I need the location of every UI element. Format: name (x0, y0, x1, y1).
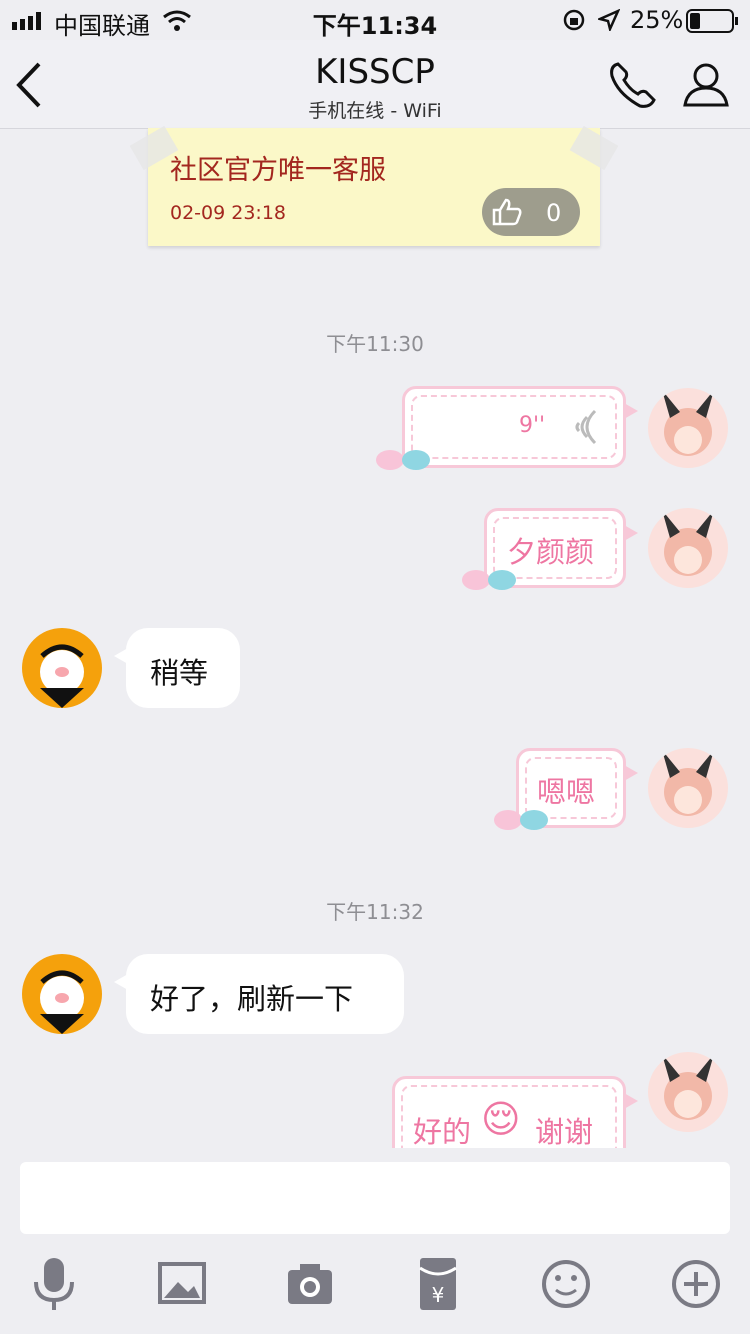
voice-duration: 9'' (519, 413, 546, 438)
timestamp: 下午11:32 (326, 900, 424, 924)
emoji-icon[interactable] (534, 1252, 598, 1316)
thumbs-up-icon (492, 198, 522, 226)
avatar-girl-icon (662, 510, 714, 576)
message-bubble[interactable]: 好的 😌 谢谢 (392, 1076, 638, 1148)
like-button[interactable]: 0 (482, 188, 580, 236)
avatar-girl-icon (662, 750, 714, 816)
avatar-cartoon-icon (40, 644, 84, 708)
chat-toolbar: ¥ (0, 1244, 750, 1334)
timestamp: 下午11:30 (326, 332, 424, 356)
teacup-decoration-icon (494, 810, 548, 830)
camera-icon[interactable] (278, 1252, 342, 1316)
voice-wave-icon (575, 409, 597, 445)
note-date: 02-09 23:18 (170, 202, 287, 224)
chat-header: KISSCP 手机在线 - WiFi (0, 40, 750, 129)
pinned-note-card[interactable]: 社区官方唯一客服 02-09 23:18 0 (129, 125, 619, 246)
svg-text:¥: ¥ (432, 1283, 445, 1307)
message-input[interactable] (20, 1162, 730, 1234)
relieved-emoji-icon: 😌 (481, 1097, 521, 1141)
note-title: 社区官方唯一客服 (170, 155, 386, 186)
battery-icon (686, 9, 738, 33)
status-bar: 中国联通 下午11:34 25% (0, 0, 750, 40)
avatar[interactable] (648, 388, 728, 468)
teacup-decoration-icon (376, 450, 430, 470)
microphone-icon[interactable] (22, 1252, 86, 1316)
rotation-lock-icon (563, 9, 585, 31)
avatar[interactable] (648, 748, 728, 828)
avatar-girl-icon (662, 1054, 714, 1120)
tape-decoration (569, 125, 619, 171)
profile-icon[interactable] (682, 60, 730, 108)
message-text-after: 谢谢 (535, 1115, 594, 1148)
message-text-before: 好的 (413, 1115, 472, 1148)
battery-percent: 25% (630, 6, 684, 34)
avatar-girl-icon (662, 390, 714, 456)
message-bubble[interactable]: 好了，刷新一下 (114, 954, 404, 1034)
avatar-cartoon-icon (40, 970, 84, 1034)
avatar[interactable] (648, 1052, 728, 1132)
avatar[interactable] (22, 954, 102, 1034)
plus-icon[interactable] (664, 1252, 728, 1316)
message-text: 稍等 (150, 656, 209, 690)
image-icon[interactable] (150, 1252, 214, 1316)
location-icon (598, 9, 620, 31)
message-bubble[interactable]: 稍等 (114, 628, 240, 708)
message-text: 好了，刷新一下 (150, 982, 354, 1016)
clipped-message-area: 好的 😌 谢谢 (0, 1040, 750, 1148)
avatar[interactable] (22, 628, 102, 708)
teacup-decoration-icon (462, 570, 516, 590)
phone-call-icon[interactable] (608, 60, 658, 110)
like-count: 0 (546, 199, 562, 227)
avatar[interactable] (648, 508, 728, 588)
red-packet-icon[interactable]: ¥ (406, 1252, 470, 1316)
